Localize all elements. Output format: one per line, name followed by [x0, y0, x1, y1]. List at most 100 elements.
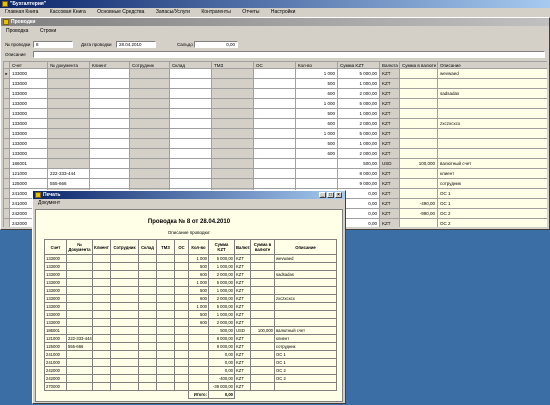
table-cell[interactable]	[169, 138, 212, 149]
tab-entry[interactable]: Проводка	[1, 27, 33, 36]
table-cell[interactable]	[253, 148, 296, 159]
table-cell[interactable]	[211, 138, 254, 149]
table-row[interactable]: ▸ 133000 1 000 5 000,00 KZT wevwaed	[3, 68, 547, 79]
table-cell[interactable]	[399, 68, 438, 79]
table-cell[interactable]	[169, 178, 212, 189]
table-cell[interactable]	[47, 88, 90, 99]
table-cell[interactable]: 1 000	[295, 68, 338, 79]
table-cell[interactable]: 133000	[9, 68, 48, 79]
table-cell[interactable]: KZT	[379, 198, 400, 209]
table-cell[interactable]: ОС 2	[437, 208, 547, 219]
column-header[interactable]: Клиент	[89, 61, 130, 69]
table-cell[interactable]: 1 000,00	[337, 78, 380, 89]
table-cell[interactable]	[47, 138, 90, 149]
table-cell[interactable]: KZT	[379, 88, 400, 99]
table-cell[interactable]	[47, 118, 90, 129]
table-cell[interactable]	[437, 98, 547, 109]
minimize-button[interactable]: _	[319, 192, 326, 198]
table-cell[interactable]: 2 000,00	[337, 88, 380, 99]
table-cell[interactable]	[399, 168, 438, 179]
table-cell[interactable]	[129, 168, 170, 179]
table-cell[interactable]	[253, 128, 296, 139]
table-cell[interactable]	[253, 88, 296, 99]
table-cell[interactable]: 125000	[9, 178, 48, 189]
table-cell[interactable]	[253, 78, 296, 89]
table-cell[interactable]	[47, 68, 90, 79]
column-header[interactable]: Сотрудник	[129, 61, 170, 69]
table-cell[interactable]	[437, 128, 547, 139]
table-cell[interactable]: 1 000	[295, 128, 338, 139]
table-cell[interactable]: KZT	[379, 118, 400, 129]
table-cell[interactable]: 1 000,00	[337, 138, 380, 149]
table-cell[interactable]	[89, 128, 130, 139]
column-header[interactable]: ТМЗ	[211, 61, 254, 69]
table-cell[interactable]	[169, 68, 212, 79]
table-row[interactable]: 133000 500 1 000,00 KZT	[3, 108, 547, 119]
table-cell[interactable]	[129, 148, 170, 159]
menu-item-document[interactable]: Документ	[33, 199, 65, 208]
menu-item[interactable]: Основные Средства	[92, 8, 149, 17]
table-cell[interactable]	[47, 158, 90, 169]
table-cell[interactable]	[129, 128, 170, 139]
table-cell[interactable]	[169, 78, 212, 89]
table-cell[interactable]: 186001	[9, 158, 48, 169]
table-cell[interactable]	[399, 178, 438, 189]
table-cell[interactable]	[211, 178, 254, 189]
table-cell[interactable]	[169, 98, 212, 109]
table-cell[interactable]	[253, 68, 296, 79]
table-cell[interactable]	[211, 148, 254, 159]
table-cell[interactable]: KZT	[379, 128, 400, 139]
table-cell[interactable]	[129, 88, 170, 99]
table-cell[interactable]	[211, 168, 254, 179]
table-cell[interactable]	[399, 108, 438, 119]
table-cell[interactable]: KZT	[379, 218, 400, 227]
table-cell[interactable]	[253, 168, 296, 179]
table-cell[interactable]: 2 000,00	[337, 118, 380, 129]
table-cell[interactable]	[211, 68, 254, 79]
table-row[interactable]: 133000 600 2 000,00 KZT zxczxcxcx	[3, 118, 547, 129]
table-cell[interactable]	[47, 98, 90, 109]
table-cell[interactable]: валютный счет	[437, 158, 547, 169]
column-header[interactable]: Описание	[437, 61, 547, 69]
table-cell[interactable]: KZT	[379, 168, 400, 179]
table-cell[interactable]	[399, 138, 438, 149]
table-cell[interactable]	[253, 138, 296, 149]
table-cell[interactable]: KZT	[379, 98, 400, 109]
table-cell[interactable]	[129, 158, 170, 169]
table-cell[interactable]	[129, 138, 170, 149]
app-title-bar[interactable]: "Бухгалтерия"	[0, 0, 550, 8]
table-cell[interactable]	[89, 68, 130, 79]
table-cell[interactable]	[129, 78, 170, 89]
table-cell[interactable]: ОС 2	[437, 218, 547, 227]
table-cell[interactable]: 1 000,00	[337, 108, 380, 119]
table-cell[interactable]	[211, 98, 254, 109]
table-cell[interactable]: KZT	[379, 148, 400, 159]
table-cell[interactable]	[169, 118, 212, 129]
table-cell[interactable]: 555-666	[47, 178, 90, 189]
table-cell[interactable]: wevwaed	[437, 68, 547, 79]
table-cell[interactable]: 5 000,00	[337, 128, 380, 139]
table-cell[interactable]	[169, 88, 212, 99]
column-header[interactable]: Склад	[169, 61, 212, 69]
table-cell[interactable]: 121000	[9, 168, 48, 179]
table-cell[interactable]	[211, 78, 254, 89]
table-cell[interactable]	[399, 118, 438, 129]
close-button[interactable]: ×	[335, 192, 342, 198]
menu-item[interactable]: Запасы/Услуги	[151, 8, 195, 17]
table-cell[interactable]: KZT	[379, 188, 400, 199]
table-cell[interactable]	[399, 128, 438, 139]
table-cell[interactable]: 500	[295, 108, 338, 119]
table-cell[interactable]: 2 000,00	[337, 148, 380, 159]
print-window-title-bar[interactable]: Печать _ □ ×	[33, 191, 345, 199]
table-cell[interactable]	[295, 178, 338, 189]
table-cell[interactable]: 600	[295, 118, 338, 129]
table-cell[interactable]	[129, 108, 170, 119]
table-cell[interactable]	[89, 88, 130, 99]
table-cell[interactable]: 133000	[9, 148, 48, 159]
column-header[interactable]: № документа	[47, 61, 90, 69]
table-cell[interactable]: KZT	[379, 78, 400, 89]
table-cell[interactable]	[89, 138, 130, 149]
table-cell[interactable]	[169, 168, 212, 179]
table-cell[interactable]: 1 000	[295, 98, 338, 109]
table-row[interactable]: 133000 600 2 000,00 KZT	[3, 148, 547, 159]
